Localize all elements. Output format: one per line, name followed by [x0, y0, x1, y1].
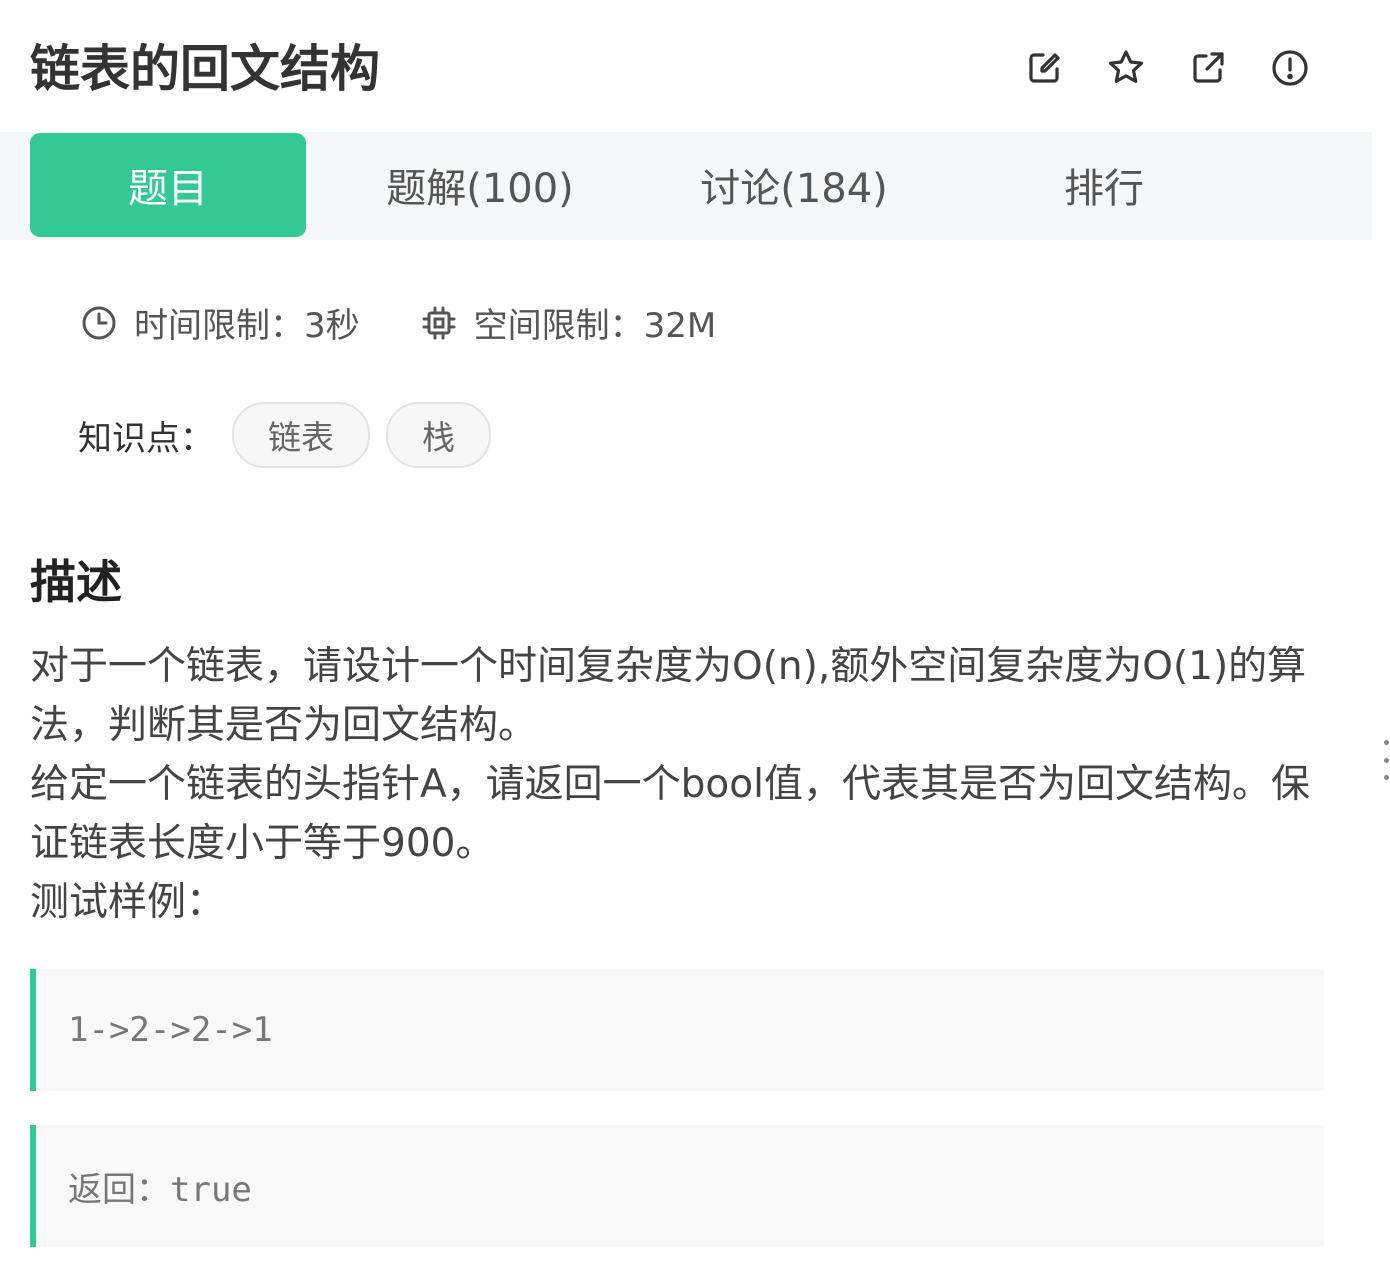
star-icon[interactable]	[1104, 46, 1148, 90]
external-link-icon[interactable]	[1186, 46, 1230, 90]
tab-bar: 题目 题解(100) 讨论(184) 排行	[0, 132, 1372, 240]
description-paragraph: 给定一个链表的头指针A，请返回一个bool值，代表其是否为回文结构。保证链表长度…	[30, 762, 1310, 866]
knowledge-tags: 知识点： 链表 栈	[78, 402, 507, 468]
tab-problem[interactable]: 题目	[30, 133, 306, 237]
time-limit: 时间限制：3秒	[80, 298, 360, 347]
chip-icon	[422, 306, 456, 339]
example-input-block: 1->2->2->1	[30, 969, 1324, 1091]
tags-label: 知识点：	[78, 418, 214, 459]
description-body: 对于一个链表，请设计一个时间复杂度为O(n),额外空间复杂度为O(1)的算法，判…	[30, 637, 1340, 932]
clock-icon	[82, 306, 116, 339]
tab-solutions[interactable]: 题解(100)	[346, 133, 614, 237]
tab-discussion[interactable]: 讨论(184)	[660, 133, 928, 237]
description-heading: 描述	[30, 555, 122, 609]
tag-linked-list[interactable]: 链表	[232, 402, 370, 468]
description-paragraph: 对于一个链表，请设计一个时间复杂度为O(n),额外空间复杂度为O(1)的算法，判…	[30, 644, 1307, 748]
handle-dot	[1384, 757, 1389, 763]
header-actions	[1022, 46, 1312, 90]
example-input: 1->2->2->1	[68, 1010, 273, 1050]
memory-limit-text: 空间限制：32M	[473, 306, 717, 346]
handle-dot	[1384, 740, 1389, 745]
example-output: 返回：true	[68, 1169, 252, 1210]
drag-handle[interactable]	[1384, 740, 1390, 780]
report-icon[interactable]	[1268, 46, 1312, 90]
tab-ranking[interactable]: 排行	[970, 133, 1238, 237]
description-paragraph: 测试样例：	[30, 880, 226, 925]
memory-limit: 空间限制：32M	[420, 298, 717, 347]
tag-stack[interactable]: 栈	[386, 402, 491, 468]
time-limit-text: 时间限制：3秒	[134, 306, 360, 346]
edit-icon[interactable]	[1022, 46, 1066, 90]
example-output-block: 返回：true	[30, 1125, 1324, 1247]
page-title: 链表的回文结构	[30, 40, 380, 98]
handle-dot	[1384, 775, 1389, 780]
limits-row: 时间限制：3秒 空间限制：32M	[80, 298, 716, 347]
